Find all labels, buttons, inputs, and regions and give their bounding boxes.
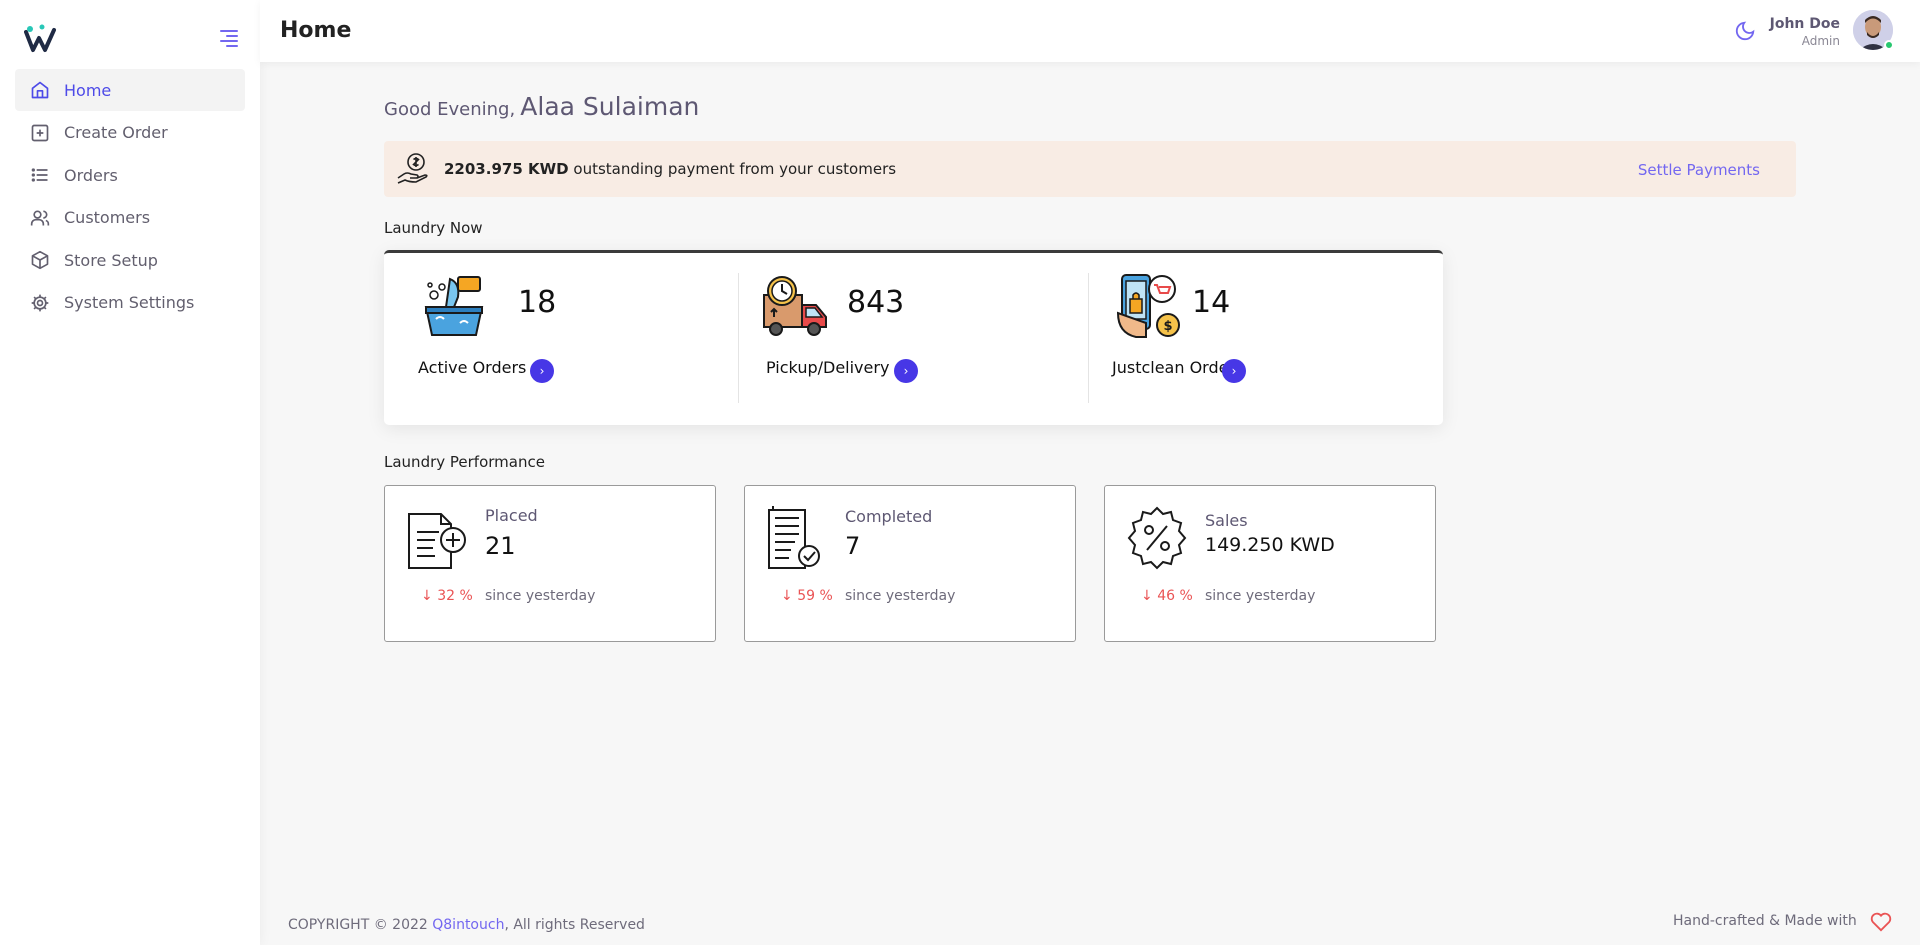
users-icon (30, 208, 50, 228)
home-icon (30, 80, 50, 100)
money-hand-icon (397, 153, 428, 184)
brand-logo[interactable] (24, 24, 60, 56)
delivery-truck-icon (763, 276, 827, 336)
pickup-delivery-stat: 843 Pickup/Delivery › (738, 273, 1088, 403)
sidebar-item-label: Home (64, 80, 112, 100)
copyright-text: COPYRIGHT © 2022 (288, 917, 428, 933)
divider (738, 273, 739, 403)
laundry-basket-icon (424, 276, 484, 336)
active-orders-go-button[interactable]: › (530, 359, 554, 383)
sidebar-item-customers[interactable]: Customers (15, 197, 245, 239)
greeting-prefix: Good Evening, (384, 99, 516, 120)
placed-since: since yesterday (485, 588, 596, 604)
alert-message: 2203.975 KWD outstanding payment from yo… (444, 160, 896, 178)
greeting: Good Evening, Alaa Sulaiman (384, 92, 699, 121)
percent-badge-icon (1127, 506, 1187, 570)
pickup-delivery-go-button[interactable]: › (894, 359, 918, 383)
mobile-order-icon: $ (1116, 274, 1180, 338)
placed-change-value: 32 % (437, 588, 473, 604)
greeting-name: Alaa Sulaiman (520, 92, 700, 121)
sidebar-item-create-order[interactable]: Create Order (15, 112, 245, 154)
divider (1088, 273, 1089, 403)
placed-label: Placed (485, 506, 538, 525)
top-navbar: Home John Doe Admin (260, 0, 1920, 62)
arrow-down-icon: ↓ (1141, 588, 1153, 604)
justclean-orders-stat: $ 14 Justclean Orders › (1088, 273, 1443, 403)
arrow-down-icon: ↓ (421, 588, 433, 604)
online-status-indicator (1884, 40, 1894, 50)
placed-card: Placed 21 ↓ 32 % since yesterday (384, 485, 716, 642)
box-icon (30, 250, 50, 270)
list-icon (30, 165, 50, 185)
sidebar-item-label: Create Order (64, 123, 168, 142)
sidebar-item-label: Store Setup (64, 250, 158, 270)
sidebar-item-label: System Settings (64, 293, 195, 312)
sidebar-item-home[interactable]: Home (15, 69, 245, 111)
completed-label: Completed (845, 507, 933, 526)
chevron-right-icon: › (903, 364, 909, 378)
completed-change-value: 59 % (797, 588, 833, 604)
justclean-orders-go-button[interactable]: › (1222, 359, 1246, 383)
user-role: Admin (1801, 34, 1840, 48)
rights-text: , All rights Reserved (504, 917, 645, 933)
heart-icon (1870, 912, 1892, 932)
outstanding-amount: 2203.975 KWD (444, 160, 569, 178)
completed-card: Completed 7 ↓ 59 % since yesterday (744, 485, 1076, 642)
sidebar-item-orders[interactable]: Orders (15, 154, 245, 196)
active-orders-label: Active Orders (418, 358, 527, 377)
footer-brand-link[interactable]: Q8intouch (432, 917, 504, 933)
document-plus-icon (408, 513, 466, 569)
chevron-right-icon: › (539, 364, 545, 378)
menu-toggle-icon[interactable] (220, 30, 238, 47)
footer-copyright: COPYRIGHT © 2022 Q8intouch, All rights R… (288, 917, 645, 933)
sidebar: Home Create Order Orders Customers Store… (0, 0, 260, 945)
gear-icon (30, 293, 50, 313)
laundry-now-card: 18 Active Orders › 843 Pickup/Delivery › (384, 250, 1443, 425)
sidebar-item-store-setup[interactable]: Store Setup (15, 239, 245, 281)
completed-since: since yesterday (845, 588, 956, 604)
document-check-icon (768, 506, 820, 569)
user-name[interactable]: John Doe (1770, 16, 1840, 32)
sales-since: since yesterday (1205, 588, 1316, 604)
alert-text: outstanding payment from your customers (573, 160, 897, 178)
sidebar-item-system-settings[interactable]: System Settings (15, 282, 245, 324)
pickup-delivery-label: Pickup/Delivery (766, 358, 890, 377)
laundry-performance-title: Laundry Performance (384, 453, 545, 471)
chevron-right-icon: › (1231, 364, 1237, 378)
sales-change-value: 46 % (1157, 588, 1193, 604)
active-orders-count: 18 (518, 285, 557, 320)
sales-label: Sales (1205, 511, 1248, 530)
outstanding-payment-alert: 2203.975 KWD outstanding payment from yo… (384, 141, 1796, 197)
justclean-orders-count: 14 (1192, 285, 1231, 320)
laundry-now-title: Laundry Now (384, 219, 483, 237)
placed-value: 21 (485, 532, 516, 560)
sidebar-item-label: Orders (64, 165, 118, 185)
page-title: Home (280, 18, 352, 43)
plus-square-icon (30, 123, 50, 143)
arrow-down-icon: ↓ (781, 588, 793, 604)
footer-made-with: Hand-crafted & Made with (1673, 913, 1857, 929)
settle-payments-link[interactable]: Settle Payments (1638, 161, 1760, 179)
moon-icon[interactable] (1734, 20, 1756, 42)
placed-change: ↓ 32 % (421, 588, 473, 604)
sales-value: 149.250 KWD (1205, 534, 1335, 556)
sales-card: Sales 149.250 KWD ↓ 46 % since yesterday (1104, 485, 1436, 642)
completed-value: 7 (845, 532, 861, 560)
pickup-delivery-count: 843 (847, 285, 905, 320)
sidebar-item-label: Customers (64, 208, 151, 227)
completed-change: ↓ 59 % (781, 588, 833, 604)
active-orders-stat: 18 Active Orders › (384, 273, 738, 403)
sales-change: ↓ 46 % (1141, 588, 1193, 604)
svg-text:$: $ (1163, 319, 1172, 334)
sidebar-nav: Home Create Order Orders Customers Store… (15, 69, 245, 324)
